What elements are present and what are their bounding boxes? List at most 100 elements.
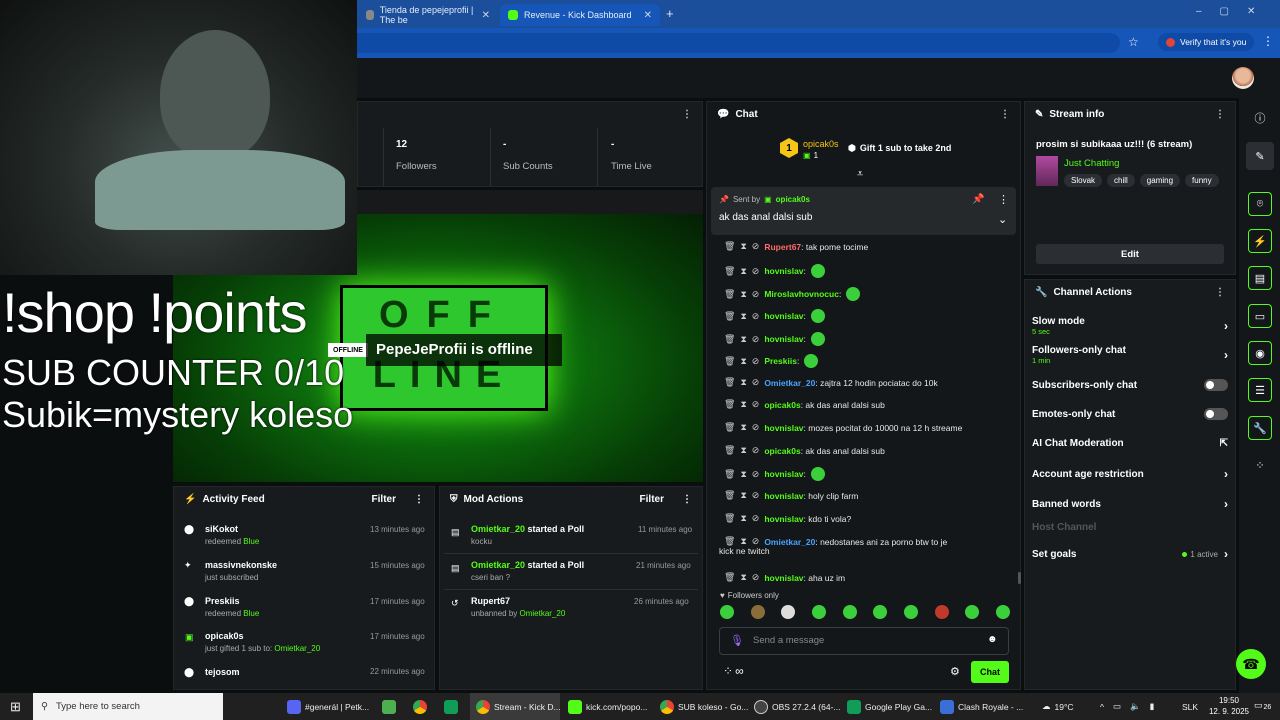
chat-username[interactable]: Miroslavhovnocuc: [764, 289, 839, 299]
more-options-icon[interactable]: ⋮: [1215, 287, 1225, 298]
tag[interactable]: funny: [1185, 174, 1219, 187]
more-options-icon[interactable]: ⋮: [682, 494, 692, 505]
timeout-icon[interactable]: ⧗: [740, 399, 746, 410]
more-options-icon[interactable]: ⋮: [414, 494, 424, 505]
ban-icon[interactable]: ⊘: [752, 334, 760, 345]
browser-menu-icon[interactable]: ⋮: [1262, 34, 1274, 48]
chat-username[interactable]: hovnislav: [764, 469, 803, 479]
emote-icon[interactable]: [842, 605, 857, 619]
activity-user[interactable]: tejosom: [205, 667, 240, 677]
chat-username[interactable]: opicak0s: [764, 446, 800, 456]
emote-icon[interactable]: [995, 605, 1010, 619]
ban-icon[interactable]: ⊘: [752, 399, 760, 410]
language-indicator[interactable]: SLK: [1182, 693, 1198, 720]
taskbar-app[interactable]: OBS 27.2.4 (64-...: [754, 693, 841, 720]
taskbar-search[interactable]: ⚲ Type here to search: [33, 693, 223, 720]
system-tray[interactable]: ^ ▭ 🔈 ▮: [1100, 693, 1154, 720]
ban-icon[interactable]: ⊘: [752, 356, 760, 367]
gift-user[interactable]: opicak0s: [803, 139, 839, 149]
ban-icon[interactable]: ⊘: [752, 490, 760, 501]
set-goals-row[interactable]: Set goals 1 active ›: [1032, 547, 1228, 561]
timeout-icon[interactable]: ⧗: [740, 490, 746, 501]
unpin-icon[interactable]: 📌: [972, 194, 984, 205]
chat-username[interactable]: opicak0s: [764, 400, 800, 410]
emote-icon[interactable]: [811, 605, 826, 619]
send-chat-button[interactable]: Chat: [971, 661, 1009, 683]
chat-username[interactable]: hovnislav: [764, 311, 803, 321]
delete-message-icon[interactable]: 🗑: [724, 266, 735, 277]
emotes-only-toggle[interactable]: [1204, 408, 1228, 420]
delete-message-icon[interactable]: 🗑: [724, 513, 735, 524]
followers-only-row[interactable]: Followers-only chat 1 min ›: [1032, 345, 1228, 365]
timeout-icon[interactable]: ⧗: [740, 513, 746, 524]
ban-icon[interactable]: ⊘: [752, 469, 760, 480]
chat-username[interactable]: hovnislav: [764, 266, 803, 276]
settings-gear-icon[interactable]: ⚙: [950, 665, 960, 678]
emote-icon[interactable]: [750, 605, 765, 619]
activity-user[interactable]: Preskiis: [205, 596, 240, 606]
delete-message-icon[interactable]: 🗑: [724, 356, 735, 367]
lightning-icon[interactable]: ⚡: [1248, 229, 1272, 253]
gift-cta[interactable]: ⬢ Gift 1 sub to take 2nd: [848, 143, 951, 154]
taskbar-app-active[interactable]: Stream - Kick D...: [476, 693, 561, 720]
document-icon[interactable]: ▤: [1248, 266, 1272, 290]
activity-user[interactable]: siKokot: [205, 524, 238, 534]
ban-icon[interactable]: ⊘: [752, 241, 760, 252]
delete-message-icon[interactable]: 🗑: [724, 241, 735, 252]
timeout-icon[interactable]: ⧗: [740, 377, 746, 388]
chat-username[interactable]: hovnislav: [764, 423, 803, 433]
activity-user[interactable]: opicak0s: [205, 631, 244, 641]
chevron-down-icon[interactable]: ⌄: [998, 213, 1007, 226]
delete-message-icon[interactable]: 🗑: [724, 422, 735, 433]
info-icon[interactable]: ⓘ: [1248, 106, 1272, 130]
timeout-icon[interactable]: ⧗: [740, 356, 746, 367]
windows-start-icon[interactable]: ⊞: [10, 693, 21, 720]
chat-username[interactable]: hovnislav: [764, 514, 803, 524]
chat-username[interactable]: Rupert67: [764, 242, 801, 252]
activity-filter-button[interactable]: Filter: [372, 494, 396, 505]
account-age-row[interactable]: Account age restriction ›: [1032, 467, 1228, 481]
broadcast-icon[interactable]: ◉: [1248, 341, 1272, 365]
wrench-icon[interactable]: 🔧: [1248, 416, 1272, 440]
taskbar-app[interactable]: Google Play Ga...: [847, 693, 932, 720]
mod-filter-button[interactable]: Filter: [640, 494, 664, 505]
chat-tools-icon[interactable]: ⁘ ∞: [723, 664, 744, 678]
delete-message-icon[interactable]: 🗑: [724, 490, 735, 501]
chat-icon[interactable]: ▭: [1248, 304, 1272, 328]
close-tab-icon[interactable]: ✕: [482, 10, 490, 21]
taskbar-app[interactable]: [444, 693, 458, 720]
support-chat-icon[interactable]: ☎: [1236, 649, 1266, 679]
ban-icon[interactable]: ⊘: [752, 289, 760, 300]
delete-message-icon[interactable]: 🗑: [724, 377, 735, 388]
delete-message-icon[interactable]: 🗑: [724, 469, 735, 480]
more-options-icon[interactable]: ⋮: [1000, 109, 1010, 120]
tag[interactable]: Slovak: [1064, 174, 1103, 187]
emote-icon[interactable]: [873, 605, 888, 619]
more-options-icon[interactable]: ⋮: [1215, 109, 1225, 120]
mod-user[interactable]: Rupert67: [471, 596, 510, 606]
ai-moderation-row[interactable]: AI Chat Moderation ⇱: [1032, 438, 1228, 449]
chat-username[interactable]: hovnislav: [764, 334, 803, 344]
timeout-icon[interactable]: ⧗: [740, 266, 746, 277]
user-avatar[interactable]: [1232, 67, 1254, 89]
emote-icon[interactable]: [903, 605, 918, 619]
emoji-icon[interactable]: ☻: [987, 634, 998, 645]
taskbar-app[interactable]: [413, 693, 427, 720]
verify-button[interactable]: Verify that it's you: [1158, 33, 1255, 51]
apps-icon[interactable]: ⁘: [1248, 453, 1272, 477]
mod-user[interactable]: Omietkar_20: [471, 560, 525, 570]
emote-icon[interactable]: [965, 605, 980, 619]
chat-username[interactable]: Omietkar_20: [764, 537, 815, 547]
taskbar-app[interactable]: [382, 693, 396, 720]
stream-category[interactable]: Just Chatting: [1064, 158, 1119, 169]
edit-button[interactable]: Edit: [1036, 244, 1224, 264]
taskbar-app[interactable]: kick.com/popo...: [568, 693, 647, 720]
camera-icon[interactable]: ⌾: [1248, 192, 1272, 216]
new-tab-icon[interactable]: +: [666, 6, 674, 21]
timeout-icon[interactable]: ⧗: [740, 469, 746, 480]
chat-username[interactable]: hovnislav: [764, 491, 803, 501]
delete-message-icon[interactable]: 🗑: [724, 572, 735, 583]
ban-icon[interactable]: ⊘: [752, 422, 760, 433]
pinned-more-icon[interactable]: ⋮: [998, 193, 1009, 206]
ban-icon[interactable]: ⊘: [752, 572, 760, 583]
